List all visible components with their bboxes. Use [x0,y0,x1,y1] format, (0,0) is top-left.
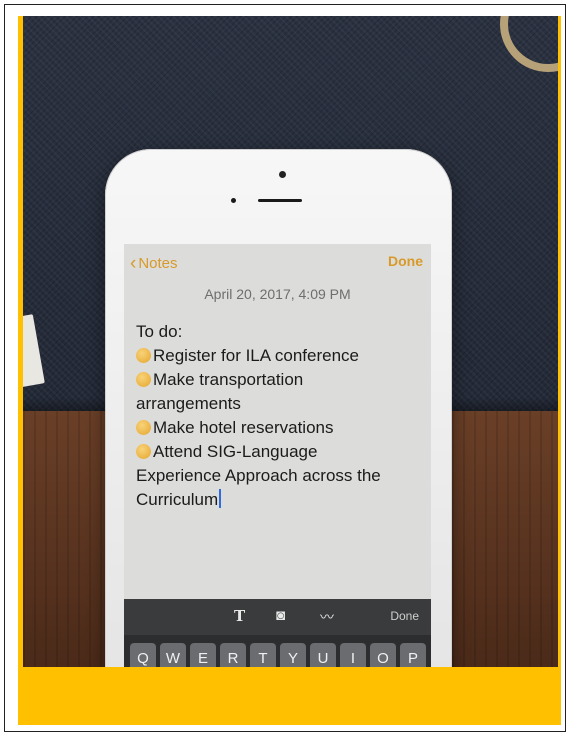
format-text-icon[interactable]: T [234,607,245,625]
notes-screen: ‹ Notes Done April 20, 2017, 4:09 PM To d… [124,244,431,667]
key-o[interactable]: O [370,643,396,667]
note-line: Curriculum [136,488,431,512]
note-line: Make hotel reservations [136,416,431,440]
note-line-text: Register for ILA conference [153,346,360,365]
back-label: Notes [138,255,178,272]
front-camera-icon [279,171,286,178]
note-line: Register for ILA conference [136,344,431,368]
grinning-face-emoji-icon [136,420,151,435]
back-button[interactable]: ‹ Notes [130,253,178,275]
note-line: Make transportation [136,368,431,392]
notes-nav-bar: ‹ Notes Done [124,244,431,278]
note-line: To do: [136,320,431,344]
key-q[interactable]: Q [130,643,156,667]
iphone: ‹ Notes Done April 20, 2017, 4:09 PM To d… [105,149,452,667]
grinning-face-emoji-icon [136,372,151,387]
key-e[interactable]: E [190,643,216,667]
grinning-face-emoji-icon [136,348,151,363]
key-y[interactable]: Y [280,643,306,667]
metal-ring [500,16,558,72]
text-cursor [219,489,222,508]
key-i[interactable]: I [340,643,366,667]
toolbar-done-button[interactable]: Done [390,609,419,623]
earpiece-speaker [258,199,302,202]
proximity-sensor-icon [231,198,236,203]
key-w[interactable]: W [160,643,186,667]
key-r[interactable]: R [220,643,246,667]
note-line-text: arrangements [136,394,241,413]
note-line-text: Curriculum [136,490,219,509]
camera-icon[interactable]: ◙ [276,607,285,624]
note-body[interactable]: To do: Register for ILA conference Make tr… [136,320,431,512]
note-line-text: Make hotel reservations [153,418,334,437]
note-line-text: Make transportation [153,370,304,389]
yellow-footer-band [18,667,561,725]
note-line: Experience Approach across the [136,464,431,488]
note-line-text: To do: [136,322,183,341]
paper-scrap [23,314,45,388]
key-t[interactable]: T [250,643,276,667]
note-line: arrangements [136,392,431,416]
key-p[interactable]: P [400,643,426,667]
notes-toolbar: T ◙ 〰 Done [124,599,431,635]
grinning-face-emoji-icon [136,444,151,459]
keyboard: QWERTYUIOP [124,635,431,667]
desk-photo: ‹ Notes Done April 20, 2017, 4:09 PM To d… [23,16,558,667]
note-line-text: Attend SIG-Language [153,442,318,461]
note-line: Attend SIG-Language [136,440,431,464]
keyboard-row-1: QWERTYUIOP [130,643,426,667]
key-u[interactable]: U [310,643,336,667]
sketch-icon[interactable]: 〰 [320,607,334,627]
done-button[interactable]: Done [388,253,423,269]
note-timestamp: April 20, 2017, 4:09 PM [204,286,351,302]
chevron-left-icon: ‹ [130,253,137,274]
note-line-text: Experience Approach across the [136,466,381,485]
yellow-border-right [558,16,561,667]
